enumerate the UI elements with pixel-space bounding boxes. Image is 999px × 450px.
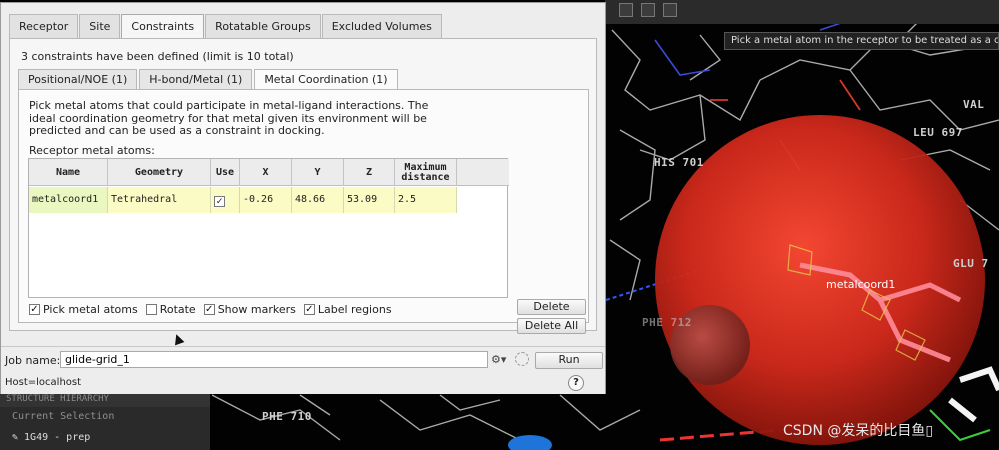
- tab-excluded-volumes[interactable]: Excluded Volumes: [321, 14, 442, 38]
- tab-metal-coordination[interactable]: Metal Coordination (1): [254, 69, 398, 90]
- tab-rotatable-groups[interactable]: Rotatable Groups: [205, 14, 321, 38]
- residue-label: PHE 712: [642, 316, 692, 329]
- column-header-y[interactable]: Y: [292, 159, 344, 186]
- receptor-metal-atoms-label: Receptor metal atoms:: [29, 144, 155, 157]
- host-label: Host=localhost: [5, 377, 82, 388]
- cell-maximum-distance[interactable]: 2.5: [395, 187, 457, 213]
- description-text: Pick metal atoms that could participate …: [29, 99, 429, 137]
- metal-atoms-table: Name Geometry Use X Y Z Maximum distance…: [28, 158, 509, 346]
- option-label: Show markers: [217, 303, 296, 316]
- show-markers-checkbox[interactable]: ✓: [203, 304, 215, 315]
- column-header-filler: [457, 159, 509, 186]
- pin-icon[interactable]: ✎: [12, 432, 18, 443]
- constraints-summary: 3 constraints have been defined (limit i…: [21, 50, 294, 63]
- use-checkbox[interactable]: ✓: [214, 196, 225, 207]
- job-footer: Job name: ⚙▾ Run Host=localhost ?: [1, 346, 605, 394]
- column-header-x[interactable]: X: [240, 159, 292, 186]
- residue-label: PHE 710: [262, 410, 312, 423]
- job-name-input[interactable]: [60, 351, 488, 368]
- column-header-maximum-distance[interactable]: Maximum distance: [395, 159, 457, 186]
- constraint-subtabs: Positional/NOE (1) H-bond/Metal (1) Meta…: [18, 69, 400, 90]
- pick-metal-atoms-checkbox[interactable]: ✓: [29, 304, 40, 315]
- gear-icon[interactable]: ⚙▾: [491, 353, 506, 366]
- column-header-geometry[interactable]: Geometry: [108, 159, 211, 186]
- option-label: Pick metal atoms: [43, 303, 138, 316]
- residue-label: LEU 697: [913, 126, 963, 139]
- cell-z[interactable]: 53.09: [344, 187, 395, 213]
- tab-receptor[interactable]: Receptor: [9, 14, 79, 38]
- pick-metal-atoms-option[interactable]: ✓ Pick metal atoms: [29, 303, 138, 316]
- tab-hbond-metal[interactable]: H-bond/Metal (1): [139, 69, 253, 89]
- label-regions-checkbox[interactable]: ✓: [303, 304, 315, 315]
- current-selection-label[interactable]: Current Selection: [0, 407, 210, 426]
- receptor-grid-dialog: Receptor Site Constraints Rotatable Grou…: [0, 2, 606, 394]
- panel-header: STRUCTURE HIERARCHY: [0, 393, 210, 407]
- table-header: Name Geometry Use X Y Z Maximum distance: [29, 159, 509, 186]
- watermark: CSDN @发呆的比目鱼▯: [783, 423, 934, 439]
- constraints-panel: 3 constraints have been defined (limit i…: [9, 38, 597, 346]
- cell-y[interactable]: 48.66: [292, 187, 344, 213]
- main-tabs: Receptor Site Constraints Rotatable Grou…: [9, 14, 443, 39]
- cell-geometry[interactable]: Tetrahedral: [108, 187, 211, 213]
- cell-x[interactable]: -0.26: [240, 187, 292, 213]
- cell-name[interactable]: metalcoord1: [29, 187, 108, 213]
- viewer-toolbar: [605, 0, 999, 24]
- toolbar-icon[interactable]: [663, 3, 677, 17]
- option-label: Label regions: [317, 303, 392, 316]
- options-row: ✓ Pick metal atoms Rotate ✓ Show markers…: [29, 303, 392, 316]
- cell-use[interactable]: ✓: [211, 187, 240, 213]
- toolbar-icon[interactable]: [641, 3, 655, 17]
- progress-spinner-icon: [515, 352, 529, 366]
- tab-constraints[interactable]: Constraints: [121, 14, 205, 39]
- run-button[interactable]: Run: [535, 352, 603, 369]
- metal-marker-label: metalcoord1: [826, 278, 896, 291]
- column-header-name[interactable]: Name: [29, 159, 108, 186]
- option-label: Rotate: [159, 303, 196, 316]
- rotate-option[interactable]: Rotate: [145, 303, 196, 316]
- column-header-use[interactable]: Use: [211, 159, 240, 186]
- structure-hierarchy-panel: STRUCTURE HIERARCHY Current Selection ✎ 1…: [0, 392, 210, 450]
- column-header-z[interactable]: Z: [344, 159, 395, 186]
- tab-positional-noe[interactable]: Positional/NOE (1): [18, 69, 138, 89]
- delete-button[interactable]: Delete: [517, 299, 586, 315]
- pick-tooltip: Pick a metal atom in the receptor to be …: [724, 32, 999, 50]
- table-row[interactable]: metalcoord1 Tetrahedral ✓ -0.26 48.66 53…: [29, 187, 457, 213]
- rotate-checkbox[interactable]: [145, 304, 157, 315]
- show-markers-option[interactable]: ✓ Show markers: [203, 303, 296, 316]
- residue-label: HIS 701: [654, 156, 704, 169]
- residue-label: GLU 7: [953, 257, 989, 270]
- help-icon[interactable]: ?: [568, 375, 584, 391]
- metal-coordination-panel: Pick metal atoms that could participate …: [18, 89, 589, 346]
- mouse-cursor-icon: [171, 332, 185, 346]
- entry-item[interactable]: ✎ 1G49 - prep: [0, 426, 210, 449]
- entry-title: 1G49 - prep: [24, 432, 91, 443]
- tab-site[interactable]: Site: [79, 14, 121, 38]
- toolbar-icon[interactable]: [619, 3, 633, 17]
- delete-all-button[interactable]: Delete All: [517, 318, 586, 334]
- residue-label: VAL: [963, 98, 985, 111]
- label-regions-option[interactable]: ✓ Label regions: [303, 303, 392, 316]
- job-name-label: Job name:: [5, 354, 61, 367]
